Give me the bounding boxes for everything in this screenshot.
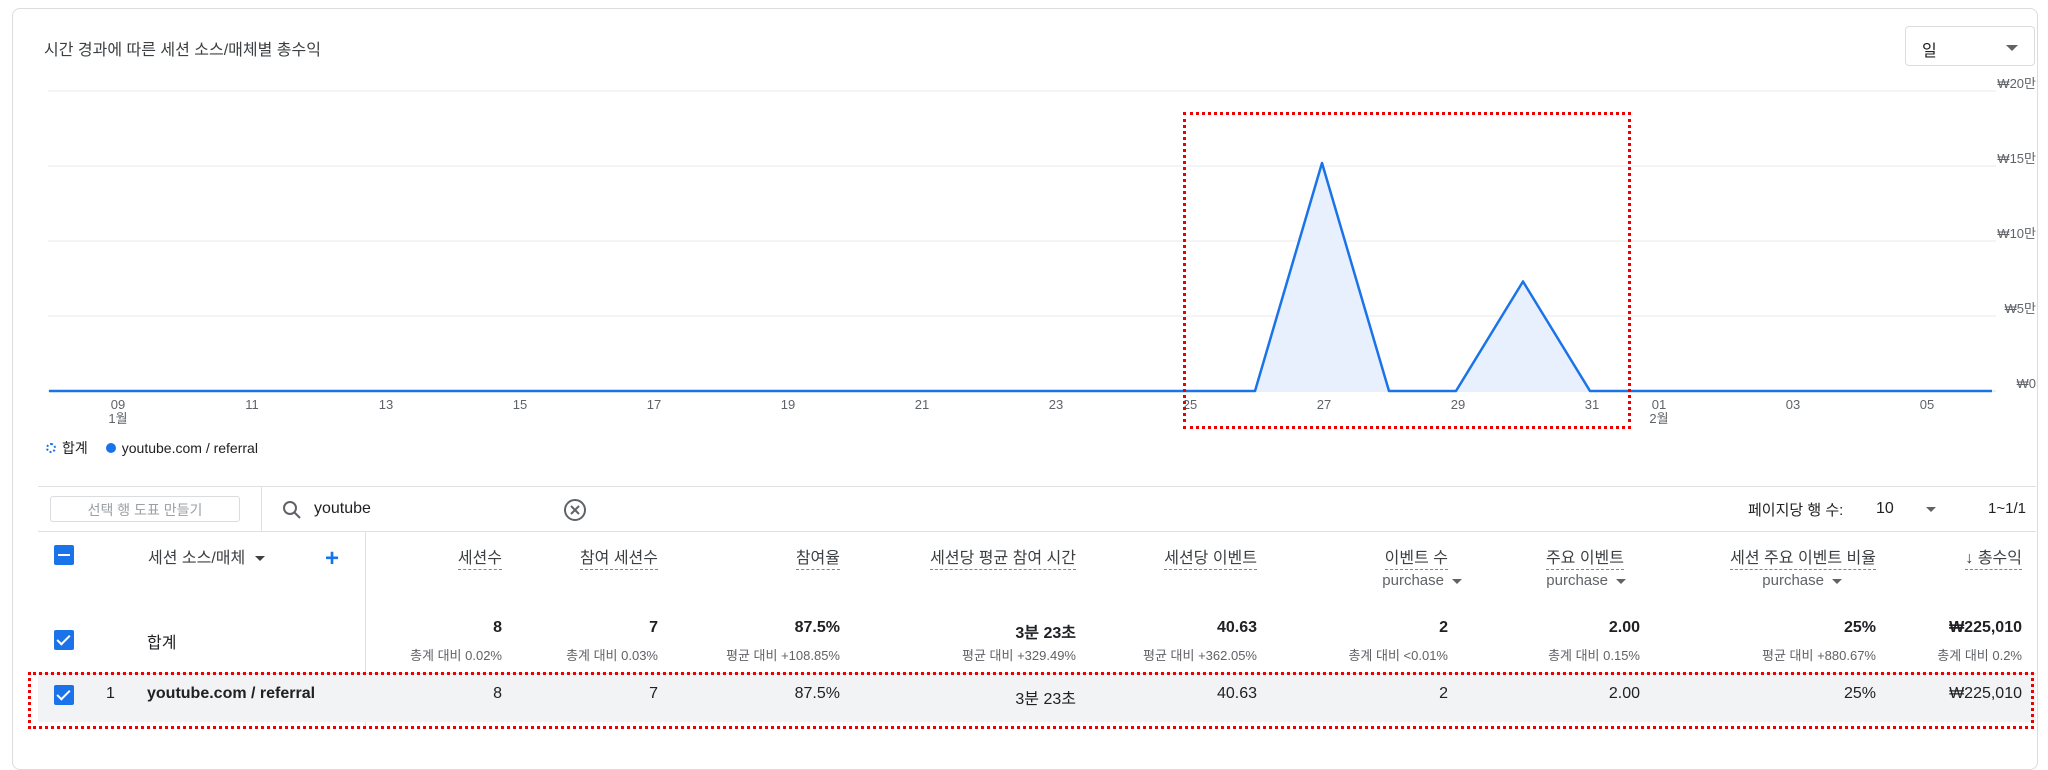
divider bbox=[38, 531, 2036, 532]
key-event-rate-filter[interactable]: purchase bbox=[1762, 572, 1842, 589]
rows-per-page-label: 페이지당 행 수: bbox=[1748, 502, 1844, 519]
chevron-down-icon bbox=[1832, 578, 1842, 584]
dimension-header-label: 세션 소스/매체 bbox=[148, 550, 246, 567]
col-header-engaged-sessions[interactable]: 참여 세션수 bbox=[579, 549, 658, 570]
x-tick-label: 09 bbox=[111, 397, 125, 412]
chart-highlight-box bbox=[1183, 112, 1631, 429]
col-header-engagement-rate[interactable]: 참여율 bbox=[795, 549, 840, 570]
legend-total-label[interactable]: 합계 bbox=[62, 438, 88, 458]
x-tick-label: 13 bbox=[379, 397, 393, 412]
key-event-rate-filter-label: purchase bbox=[1762, 572, 1824, 589]
col-header-avg-engagement-time[interactable]: 세션당 평균 참여 시간 bbox=[930, 549, 1076, 570]
key-events-filter-label: purchase bbox=[1546, 572, 1608, 589]
event-count-filter-label: purchase bbox=[1382, 572, 1444, 589]
total-events-per-session: 40.63 bbox=[1216, 619, 1257, 636]
total-key-event-rate-compare: 평균 대비 +880.67% bbox=[1762, 648, 1876, 663]
total-sessions: 8 bbox=[493, 619, 502, 636]
col-header-key-events[interactable]: 주요 이벤트 bbox=[1545, 549, 1624, 570]
total-avg-engagement-time: 3분 23초 bbox=[1015, 625, 1076, 642]
x-tick-label: 11 bbox=[245, 397, 259, 412]
total-engagement-rate-compare: 평균 대비 +108.85% bbox=[726, 648, 840, 663]
total-key-events-compare: 총계 대비 0.15% bbox=[1548, 648, 1640, 663]
total-row-label: 합계 bbox=[147, 635, 177, 652]
add-dimension-button[interactable]: + bbox=[325, 545, 339, 573]
col-header-events-per-session[interactable]: 세션당 이벤트 bbox=[1164, 549, 1257, 570]
y-tick-label: ₩10만 bbox=[1997, 226, 2036, 241]
x-tick-month-label: 2월 bbox=[1649, 411, 1668, 426]
total-event-count: 2 bbox=[1439, 619, 1448, 636]
legend-series-marker bbox=[105, 443, 116, 453]
rows-per-page-select[interactable]: 10 bbox=[1876, 500, 1894, 518]
plot-selected-rows-button[interactable]: 선택 행 도표 만들기 bbox=[50, 496, 240, 522]
search-input[interactable]: youtube bbox=[314, 500, 371, 518]
series-area-youtube-referral bbox=[49, 163, 1992, 391]
col-header-event-count[interactable]: 이벤트 수 bbox=[1384, 549, 1448, 570]
y-tick-label: ₩20만 bbox=[1997, 76, 2036, 91]
select-all-checkbox[interactable] bbox=[54, 545, 74, 565]
x-tick-label: 21 bbox=[915, 397, 929, 412]
legend-series-label[interactable]: youtube.com / referral bbox=[122, 440, 258, 456]
x-tick-label: 15 bbox=[513, 397, 527, 412]
total-events-per-session-compare: 평균 대비 +362.05% bbox=[1143, 648, 1257, 663]
legend-total-marker bbox=[46, 443, 56, 453]
divider bbox=[38, 486, 2036, 487]
col-header-sessions[interactable]: 세션수 bbox=[457, 549, 502, 570]
row-highlight-box bbox=[28, 672, 2034, 729]
x-tick-label: 23 bbox=[1049, 397, 1063, 412]
x-tick-label: 03 bbox=[1786, 397, 1800, 412]
dimension-header[interactable]: 세션 소스/매체 bbox=[148, 549, 266, 569]
total-key-event-rate: 25% bbox=[1843, 619, 1876, 636]
x-tick-month-label: 1월 bbox=[108, 411, 127, 426]
y-tick-label: ₩5만 bbox=[2005, 301, 2037, 316]
col-header-total-revenue[interactable]: ↓ 총수익 bbox=[1965, 549, 2022, 570]
event-count-filter[interactable]: purchase bbox=[1382, 572, 1462, 589]
total-row-checkbox[interactable] bbox=[54, 630, 74, 650]
x-tick-label: 01 bbox=[1652, 397, 1666, 412]
total-event-count-compare: 총계 대비 <0.01% bbox=[1348, 648, 1448, 663]
chevron-down-icon[interactable] bbox=[1926, 507, 1936, 512]
total-engaged-sessions-compare: 총계 대비 0.03% bbox=[566, 648, 658, 663]
divider bbox=[261, 486, 262, 532]
total-revenue: ₩225,010 bbox=[1949, 619, 2022, 636]
x-tick-label: 19 bbox=[781, 397, 795, 412]
y-tick-label: ₩15만 bbox=[1997, 151, 2036, 166]
y-tick-label: ₩0 bbox=[2017, 376, 2037, 391]
total-sessions-compare: 총계 대비 0.02% bbox=[410, 648, 502, 663]
x-tick-label: 17 bbox=[647, 397, 661, 412]
revenue-line-chart: ₩0₩5만₩10만₩15만₩20만091월11 13 15 17 19 21 23 25 27 2… bbox=[48, 76, 2037, 426]
col-header-session-key-event-rate[interactable]: 세션 주요 이벤트 비율 bbox=[1730, 549, 1876, 570]
key-events-filter[interactable]: purchase bbox=[1546, 572, 1626, 589]
x-tick-label: 05 bbox=[1920, 397, 1934, 412]
chevron-down-icon bbox=[1452, 578, 1462, 584]
total-key-events: 2.00 bbox=[1608, 619, 1640, 636]
search-icon bbox=[283, 501, 301, 519]
clear-search-icon[interactable] bbox=[563, 498, 587, 522]
chevron-down-icon bbox=[255, 556, 266, 562]
series-line-youtube-referral bbox=[49, 161, 1992, 393]
chart-legend: 합계 youtube.com / referral bbox=[46, 438, 258, 458]
total-engaged-sessions: 7 bbox=[649, 619, 658, 636]
total-engagement-rate: 87.5% bbox=[794, 619, 840, 636]
total-avg-engagement-time-compare: 평균 대비 +329.49% bbox=[962, 648, 1076, 663]
chevron-down-icon bbox=[1616, 578, 1626, 584]
pagination-range: 1~1/1 bbox=[1988, 500, 2026, 517]
total-revenue-compare: 총계 대비 0.2% bbox=[1937, 648, 2022, 663]
